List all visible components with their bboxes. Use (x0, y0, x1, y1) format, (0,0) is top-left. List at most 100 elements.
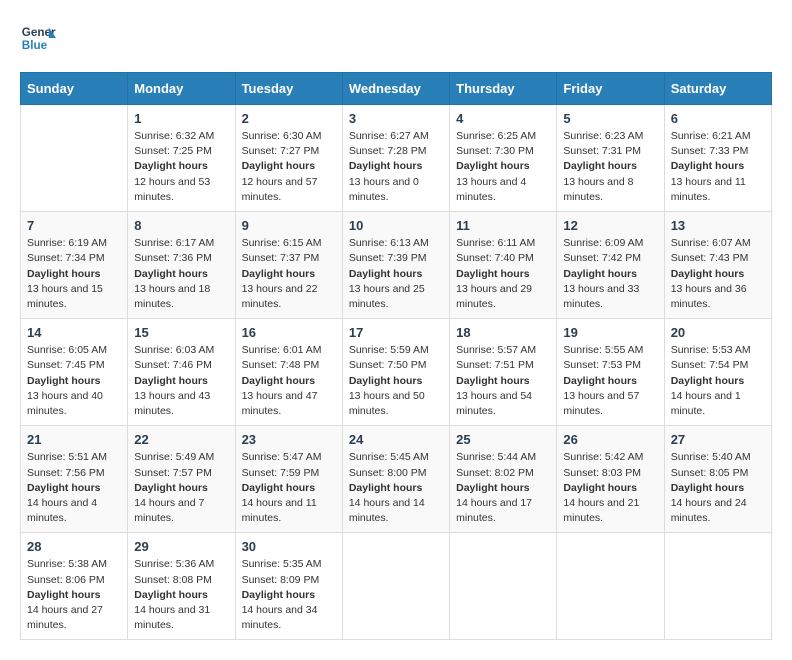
calendar-cell: 11 Sunrise: 6:11 AM Sunset: 7:40 PM Dayl… (450, 212, 557, 319)
calendar-week-3: 14 Sunrise: 6:05 AM Sunset: 7:45 PM Dayl… (21, 319, 772, 426)
calendar-cell: 30 Sunrise: 5:35 AM Sunset: 8:09 PM Dayl… (235, 533, 342, 640)
header-row: SundayMondayTuesdayWednesdayThursdayFrid… (21, 73, 772, 105)
day-number: 3 (349, 111, 443, 126)
day-info: Sunrise: 5:47 AM Sunset: 7:59 PM Dayligh… (242, 450, 336, 526)
calendar-cell: 24 Sunrise: 5:45 AM Sunset: 8:00 PM Dayl… (342, 426, 449, 533)
day-number: 23 (242, 432, 336, 447)
calendar-cell: 17 Sunrise: 5:59 AM Sunset: 7:50 PM Dayl… (342, 319, 449, 426)
day-info: Sunrise: 5:55 AM Sunset: 7:53 PM Dayligh… (563, 343, 657, 419)
calendar-cell: 29 Sunrise: 5:36 AM Sunset: 8:08 PM Dayl… (128, 533, 235, 640)
day-number: 25 (456, 432, 550, 447)
calendar-cell: 26 Sunrise: 5:42 AM Sunset: 8:03 PM Dayl… (557, 426, 664, 533)
calendar-week-2: 7 Sunrise: 6:19 AM Sunset: 7:34 PM Dayli… (21, 212, 772, 319)
day-info: Sunrise: 6:17 AM Sunset: 7:36 PM Dayligh… (134, 236, 228, 312)
calendar-cell: 22 Sunrise: 5:49 AM Sunset: 7:57 PM Dayl… (128, 426, 235, 533)
day-info: Sunrise: 6:01 AM Sunset: 7:48 PM Dayligh… (242, 343, 336, 419)
calendar-cell: 28 Sunrise: 5:38 AM Sunset: 8:06 PM Dayl… (21, 533, 128, 640)
day-info: Sunrise: 5:57 AM Sunset: 7:51 PM Dayligh… (456, 343, 550, 419)
day-number: 27 (671, 432, 765, 447)
day-number: 26 (563, 432, 657, 447)
day-info: Sunrise: 6:32 AM Sunset: 7:25 PM Dayligh… (134, 129, 228, 205)
day-number: 17 (349, 325, 443, 340)
calendar-cell: 12 Sunrise: 6:09 AM Sunset: 7:42 PM Dayl… (557, 212, 664, 319)
calendar-table: SundayMondayTuesdayWednesdayThursdayFrid… (20, 72, 772, 640)
day-info: Sunrise: 5:53 AM Sunset: 7:54 PM Dayligh… (671, 343, 765, 419)
day-info: Sunrise: 5:40 AM Sunset: 8:05 PM Dayligh… (671, 450, 765, 526)
calendar-cell: 19 Sunrise: 5:55 AM Sunset: 7:53 PM Dayl… (557, 319, 664, 426)
day-number: 24 (349, 432, 443, 447)
day-info: Sunrise: 6:09 AM Sunset: 7:42 PM Dayligh… (563, 236, 657, 312)
day-info: Sunrise: 5:35 AM Sunset: 8:09 PM Dayligh… (242, 557, 336, 633)
day-number: 20 (671, 325, 765, 340)
calendar-cell (21, 105, 128, 212)
calendar-cell: 1 Sunrise: 6:32 AM Sunset: 7:25 PM Dayli… (128, 105, 235, 212)
calendar-week-1: 1 Sunrise: 6:32 AM Sunset: 7:25 PM Dayli… (21, 105, 772, 212)
day-info: Sunrise: 6:15 AM Sunset: 7:37 PM Dayligh… (242, 236, 336, 312)
calendar-cell: 14 Sunrise: 6:05 AM Sunset: 7:45 PM Dayl… (21, 319, 128, 426)
day-number: 15 (134, 325, 228, 340)
day-number: 2 (242, 111, 336, 126)
day-number: 7 (27, 218, 121, 233)
page-header: General Blue (20, 20, 772, 56)
calendar-cell (342, 533, 449, 640)
day-info: Sunrise: 5:59 AM Sunset: 7:50 PM Dayligh… (349, 343, 443, 419)
day-number: 28 (27, 539, 121, 554)
day-number: 8 (134, 218, 228, 233)
day-info: Sunrise: 6:05 AM Sunset: 7:45 PM Dayligh… (27, 343, 121, 419)
col-header-tuesday: Tuesday (235, 73, 342, 105)
day-number: 19 (563, 325, 657, 340)
col-header-thursday: Thursday (450, 73, 557, 105)
day-info: Sunrise: 6:23 AM Sunset: 7:31 PM Dayligh… (563, 129, 657, 205)
day-number: 30 (242, 539, 336, 554)
calendar-cell: 27 Sunrise: 5:40 AM Sunset: 8:05 PM Dayl… (664, 426, 771, 533)
calendar-cell: 4 Sunrise: 6:25 AM Sunset: 7:30 PM Dayli… (450, 105, 557, 212)
calendar-cell (450, 533, 557, 640)
day-info: Sunrise: 5:45 AM Sunset: 8:00 PM Dayligh… (349, 450, 443, 526)
col-header-sunday: Sunday (21, 73, 128, 105)
calendar-cell: 3 Sunrise: 6:27 AM Sunset: 7:28 PM Dayli… (342, 105, 449, 212)
day-number: 16 (242, 325, 336, 340)
col-header-saturday: Saturday (664, 73, 771, 105)
day-info: Sunrise: 5:51 AM Sunset: 7:56 PM Dayligh… (27, 450, 121, 526)
day-number: 1 (134, 111, 228, 126)
day-number: 18 (456, 325, 550, 340)
calendar-cell: 15 Sunrise: 6:03 AM Sunset: 7:46 PM Dayl… (128, 319, 235, 426)
calendar-cell (664, 533, 771, 640)
day-info: Sunrise: 6:27 AM Sunset: 7:28 PM Dayligh… (349, 129, 443, 205)
col-header-friday: Friday (557, 73, 664, 105)
day-number: 12 (563, 218, 657, 233)
day-info: Sunrise: 5:49 AM Sunset: 7:57 PM Dayligh… (134, 450, 228, 526)
day-info: Sunrise: 6:11 AM Sunset: 7:40 PM Dayligh… (456, 236, 550, 312)
day-info: Sunrise: 5:42 AM Sunset: 8:03 PM Dayligh… (563, 450, 657, 526)
day-number: 13 (671, 218, 765, 233)
day-number: 22 (134, 432, 228, 447)
day-info: Sunrise: 6:21 AM Sunset: 7:33 PM Dayligh… (671, 129, 765, 205)
day-info: Sunrise: 5:36 AM Sunset: 8:08 PM Dayligh… (134, 557, 228, 633)
calendar-cell: 16 Sunrise: 6:01 AM Sunset: 7:48 PM Dayl… (235, 319, 342, 426)
day-info: Sunrise: 6:30 AM Sunset: 7:27 PM Dayligh… (242, 129, 336, 205)
day-number: 4 (456, 111, 550, 126)
day-info: Sunrise: 6:25 AM Sunset: 7:30 PM Dayligh… (456, 129, 550, 205)
day-info: Sunrise: 6:13 AM Sunset: 7:39 PM Dayligh… (349, 236, 443, 312)
calendar-cell: 13 Sunrise: 6:07 AM Sunset: 7:43 PM Dayl… (664, 212, 771, 319)
day-info: Sunrise: 6:19 AM Sunset: 7:34 PM Dayligh… (27, 236, 121, 312)
day-number: 14 (27, 325, 121, 340)
calendar-cell: 10 Sunrise: 6:13 AM Sunset: 7:39 PM Dayl… (342, 212, 449, 319)
calendar-cell: 20 Sunrise: 5:53 AM Sunset: 7:54 PM Dayl… (664, 319, 771, 426)
day-number: 10 (349, 218, 443, 233)
calendar-cell: 2 Sunrise: 6:30 AM Sunset: 7:27 PM Dayli… (235, 105, 342, 212)
svg-text:Blue: Blue (22, 39, 48, 52)
calendar-cell: 18 Sunrise: 5:57 AM Sunset: 7:51 PM Dayl… (450, 319, 557, 426)
calendar-cell: 8 Sunrise: 6:17 AM Sunset: 7:36 PM Dayli… (128, 212, 235, 319)
day-number: 11 (456, 218, 550, 233)
logo-icon: General Blue (20, 20, 56, 56)
day-info: Sunrise: 5:44 AM Sunset: 8:02 PM Dayligh… (456, 450, 550, 526)
day-number: 21 (27, 432, 121, 447)
calendar-cell (557, 533, 664, 640)
logo: General Blue (20, 20, 56, 56)
day-number: 6 (671, 111, 765, 126)
day-info: Sunrise: 6:03 AM Sunset: 7:46 PM Dayligh… (134, 343, 228, 419)
day-number: 9 (242, 218, 336, 233)
calendar-cell: 25 Sunrise: 5:44 AM Sunset: 8:02 PM Dayl… (450, 426, 557, 533)
calendar-cell: 5 Sunrise: 6:23 AM Sunset: 7:31 PM Dayli… (557, 105, 664, 212)
